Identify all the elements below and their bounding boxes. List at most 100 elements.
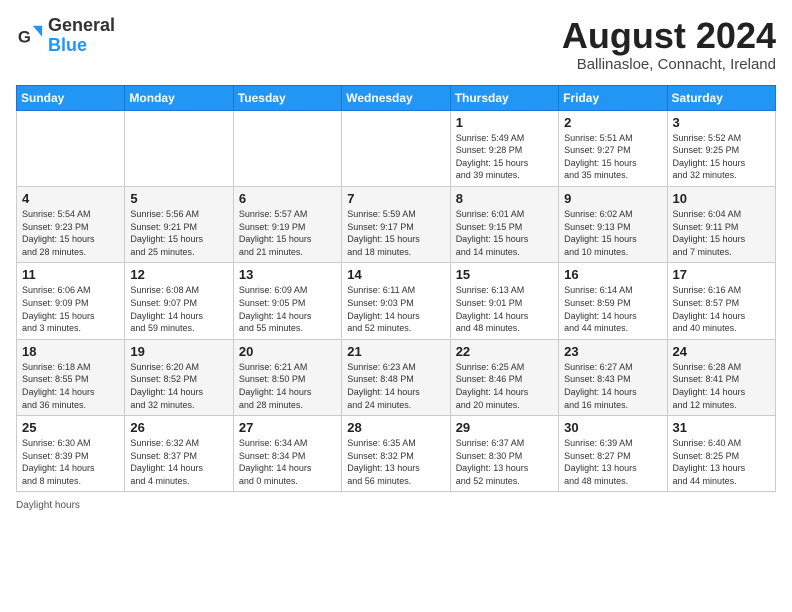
- calendar-header-row: SundayMondayTuesdayWednesdayThursdayFrid…: [17, 85, 776, 110]
- day-number: 26: [130, 420, 227, 435]
- day-info: Sunrise: 5:54 AM Sunset: 9:23 PM Dayligh…: [22, 208, 119, 258]
- day-number: 7: [347, 191, 444, 206]
- day-number: 15: [456, 267, 553, 282]
- calendar-week-row: 1 Sunrise: 5:49 AM Sunset: 9:28 PM Daylig…: [17, 110, 776, 186]
- calendar-cell: 12Sunrise: 6:08 AM Sunset: 9:07 PM Dayli…: [125, 263, 233, 339]
- day-number: 22: [456, 344, 553, 359]
- day-number: 27: [239, 420, 336, 435]
- calendar-day-header: Tuesday: [233, 85, 341, 110]
- calendar-week-row: 18 Sunrise: 6:18 AM Sunset: 8:55 PM Dayli…: [17, 339, 776, 415]
- day-info: Sunrise: 6:30 AM Sunset: 8:39 PM Dayligh…: [22, 437, 119, 487]
- day-info: Sunrise: 5:59 AM Sunset: 9:17 PM Dayligh…: [347, 208, 444, 258]
- day-number: 31: [673, 420, 770, 435]
- calendar-day-header: Friday: [559, 85, 667, 110]
- day-info: Sunrise: 6:21 AM Sunset: 8:50 PM Dayligh…: [239, 361, 336, 411]
- calendar-cell: 2Sunrise: 5:51 AM Sunset: 9:27 PM Daylig…: [559, 110, 667, 186]
- day-number: 1: [456, 115, 553, 130]
- calendar-cell: 31Sunrise: 6:40 AM Sunset: 8:25 PM Dayli…: [667, 416, 775, 492]
- calendar-week-row: 25 Sunrise: 6:30 AM Sunset: 8:39 PM Dayli…: [17, 416, 776, 492]
- calendar-day-header: Thursday: [450, 85, 558, 110]
- day-info: Sunrise: 6:32 AM Sunset: 8:37 PM Dayligh…: [130, 437, 227, 487]
- day-number: 12: [130, 267, 227, 282]
- calendar-cell: 11 Sunrise: 6:06 AM Sunset: 9:09 PM Dayli…: [17, 263, 125, 339]
- calendar-cell: 3 Sunrise: 5:52 AM Sunset: 9:25 PM Daylig…: [667, 110, 775, 186]
- day-info: Sunrise: 6:11 AM Sunset: 9:03 PM Dayligh…: [347, 284, 444, 334]
- day-number: 13: [239, 267, 336, 282]
- day-number: 6: [239, 191, 336, 206]
- day-number: 18: [22, 344, 119, 359]
- day-number: 2: [564, 115, 661, 130]
- calendar-cell: 7 Sunrise: 5:59 AM Sunset: 9:17 PM Daylig…: [342, 186, 450, 262]
- day-number: 4: [22, 191, 119, 206]
- calendar-cell: 22 Sunrise: 6:25 AM Sunset: 8:46 PM Dayli…: [450, 339, 558, 415]
- day-info: Sunrise: 5:49 AM Sunset: 9:28 PM Dayligh…: [456, 132, 553, 182]
- day-number: 10: [673, 191, 770, 206]
- calendar-cell: 14 Sunrise: 6:11 AM Sunset: 9:03 PM Dayli…: [342, 263, 450, 339]
- calendar-cell: 28 Sunrise: 6:35 AM Sunset: 8:32 PM Dayli…: [342, 416, 450, 492]
- calendar-cell: 29 Sunrise: 6:37 AM Sunset: 8:30 PM Dayli…: [450, 416, 558, 492]
- calendar-day-header: Wednesday: [342, 85, 450, 110]
- calendar-cell: 5Sunrise: 5:56 AM Sunset: 9:21 PM Daylig…: [125, 186, 233, 262]
- calendar-cell: 10Sunrise: 6:04 AM Sunset: 9:11 PM Dayli…: [667, 186, 775, 262]
- calendar-cell: 30Sunrise: 6:39 AM Sunset: 8:27 PM Dayli…: [559, 416, 667, 492]
- calendar-cell: [233, 110, 341, 186]
- calendar-cell: 6 Sunrise: 5:57 AM Sunset: 9:19 PM Daylig…: [233, 186, 341, 262]
- day-info: Sunrise: 6:01 AM Sunset: 9:15 PM Dayligh…: [456, 208, 553, 258]
- day-info: Sunrise: 6:16 AM Sunset: 8:57 PM Dayligh…: [673, 284, 770, 334]
- day-info: Sunrise: 6:02 AM Sunset: 9:13 PM Dayligh…: [564, 208, 661, 258]
- day-number: 21: [347, 344, 444, 359]
- day-number: 14: [347, 267, 444, 282]
- day-number: 11: [22, 267, 119, 282]
- logo-icon: G: [16, 22, 44, 50]
- day-info: Sunrise: 6:09 AM Sunset: 9:05 PM Dayligh…: [239, 284, 336, 334]
- day-info: Sunrise: 6:13 AM Sunset: 9:01 PM Dayligh…: [456, 284, 553, 334]
- calendar-cell: 16Sunrise: 6:14 AM Sunset: 8:59 PM Dayli…: [559, 263, 667, 339]
- day-number: 23: [564, 344, 661, 359]
- day-number: 9: [564, 191, 661, 206]
- day-number: 17: [673, 267, 770, 282]
- day-number: 19: [130, 344, 227, 359]
- title-block: August 2024 Ballinasloe, Connacht, Irela…: [562, 16, 776, 73]
- day-info: Sunrise: 6:23 AM Sunset: 8:48 PM Dayligh…: [347, 361, 444, 411]
- page-header: G General Blue August 2024 Ballinasloe, …: [16, 16, 776, 73]
- day-info: Sunrise: 6:34 AM Sunset: 8:34 PM Dayligh…: [239, 437, 336, 487]
- calendar-cell: 26 Sunrise: 6:32 AM Sunset: 8:37 PM Dayli…: [125, 416, 233, 492]
- calendar-cell: [17, 110, 125, 186]
- calendar-cell: 23 Sunrise: 6:27 AM Sunset: 8:43 PM Dayli…: [559, 339, 667, 415]
- day-info: Sunrise: 6:25 AM Sunset: 8:46 PM Dayligh…: [456, 361, 553, 411]
- logo-blue-text: Blue: [48, 35, 87, 55]
- calendar-cell: 4 Sunrise: 5:54 AM Sunset: 9:23 PM Daylig…: [17, 186, 125, 262]
- day-info: Sunrise: 6:27 AM Sunset: 8:43 PM Dayligh…: [564, 361, 661, 411]
- calendar-cell: 8 Sunrise: 6:01 AM Sunset: 9:15 PM Daylig…: [450, 186, 558, 262]
- calendar-cell: 13 Sunrise: 6:09 AM Sunset: 9:05 PM Dayli…: [233, 263, 341, 339]
- day-info: Sunrise: 5:52 AM Sunset: 9:25 PM Dayligh…: [673, 132, 770, 182]
- day-info: Sunrise: 6:35 AM Sunset: 8:32 PM Dayligh…: [347, 437, 444, 487]
- calendar-week-row: 11 Sunrise: 6:06 AM Sunset: 9:09 PM Dayli…: [17, 263, 776, 339]
- day-number: 25: [22, 420, 119, 435]
- location-text: Ballinasloe, Connacht, Ireland: [562, 56, 776, 73]
- calendar-cell: 24Sunrise: 6:28 AM Sunset: 8:41 PM Dayli…: [667, 339, 775, 415]
- calendar-day-header: Monday: [125, 85, 233, 110]
- calendar-day-header: Saturday: [667, 85, 775, 110]
- day-info: Sunrise: 5:57 AM Sunset: 9:19 PM Dayligh…: [239, 208, 336, 258]
- day-number: 28: [347, 420, 444, 435]
- calendar-cell: 27 Sunrise: 6:34 AM Sunset: 8:34 PM Dayli…: [233, 416, 341, 492]
- day-number: 29: [456, 420, 553, 435]
- day-info: Sunrise: 6:20 AM Sunset: 8:52 PM Dayligh…: [130, 361, 227, 411]
- day-info: Sunrise: 5:56 AM Sunset: 9:21 PM Dayligh…: [130, 208, 227, 258]
- day-number: 24: [673, 344, 770, 359]
- calendar-cell: [342, 110, 450, 186]
- day-number: 3: [673, 115, 770, 130]
- svg-text:G: G: [18, 27, 31, 46]
- calendar-cell: 1 Sunrise: 5:49 AM Sunset: 9:28 PM Daylig…: [450, 110, 558, 186]
- day-number: 8: [456, 191, 553, 206]
- calendar-cell: 9 Sunrise: 6:02 AM Sunset: 9:13 PM Daylig…: [559, 186, 667, 262]
- day-info: Sunrise: 6:06 AM Sunset: 9:09 PM Dayligh…: [22, 284, 119, 334]
- day-info: Sunrise: 6:39 AM Sunset: 8:27 PM Dayligh…: [564, 437, 661, 487]
- calendar-cell: 21 Sunrise: 6:23 AM Sunset: 8:48 PM Dayli…: [342, 339, 450, 415]
- calendar-cell: 15 Sunrise: 6:13 AM Sunset: 9:01 PM Dayli…: [450, 263, 558, 339]
- day-info: Sunrise: 6:18 AM Sunset: 8:55 PM Dayligh…: [22, 361, 119, 411]
- day-info: Sunrise: 6:37 AM Sunset: 8:30 PM Dayligh…: [456, 437, 553, 487]
- month-title: August 2024: [562, 16, 776, 56]
- calendar-cell: 20Sunrise: 6:21 AM Sunset: 8:50 PM Dayli…: [233, 339, 341, 415]
